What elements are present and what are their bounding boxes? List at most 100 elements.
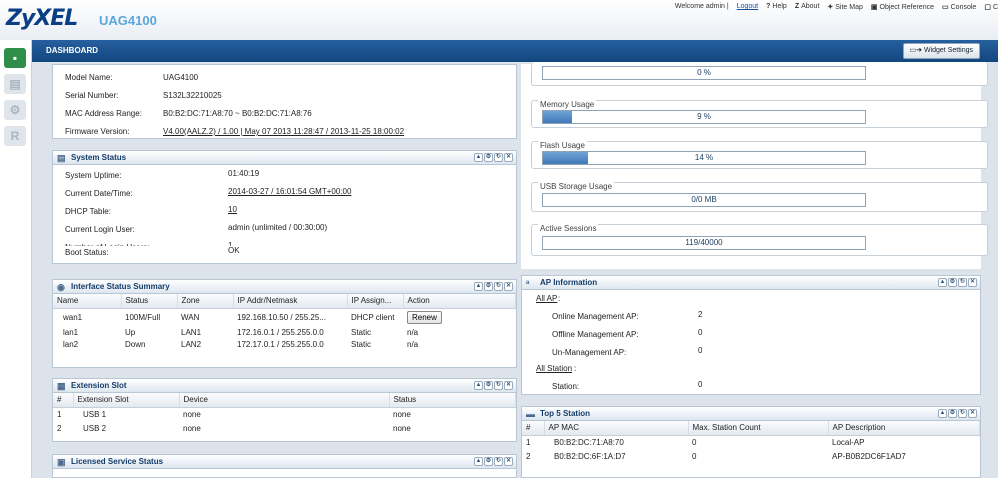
datetime-link[interactable]: 2014-03-27 / 16:01:54 GMT+00:00	[228, 187, 351, 196]
collapse-button[interactable]: ▲	[474, 282, 483, 291]
col-max-station[interactable]: Max. Station Count	[688, 421, 829, 436]
online-ap-label: Online Management AP:	[552, 312, 639, 321]
refresh-button[interactable]: ↻	[494, 381, 503, 390]
uptime-label: System Uptime:	[65, 171, 122, 180]
collapse-button[interactable]: ▲	[474, 381, 483, 390]
close-button[interactable]: ✕	[968, 409, 977, 418]
settings-button[interactable]: ⚙	[948, 278, 957, 287]
login-user-value: admin (unlimited / 00:30:00)	[228, 223, 328, 232]
unmgmt-ap-label: Un-Management AP:	[552, 348, 627, 357]
settings-button[interactable]: ⚙	[484, 153, 493, 162]
flash-usage-label: Flash Usage	[538, 141, 587, 150]
station-value: 0	[698, 380, 703, 389]
table-row[interactable]: 1 B0:B2:DC:71:A8:70 0 Local-AP	[522, 435, 980, 449]
col-status[interactable]: Status	[121, 294, 178, 309]
col-ip[interactable]: IP Addr/Netmask	[233, 294, 348, 309]
firmware-label: Firmware Version:	[65, 127, 130, 136]
device-info-panel: Model Name: UAG4100 Serial Number: S132L…	[52, 64, 517, 139]
close-button[interactable]: ✕	[504, 153, 513, 162]
col-slot[interactable]: Extension Slot	[73, 393, 180, 408]
table-row[interactable]: 2 USB 2 none none	[53, 421, 516, 435]
col-num[interactable]: #	[522, 421, 545, 436]
ap-information-panel: ᵃ AP Information ▲ ⚙ ↻ ✕ All AP : Online Ma…	[521, 275, 981, 395]
table-row[interactable]: lan2 Down LAN2 172.17.0.1 / 255.255.0.0 …	[53, 338, 516, 350]
ap-information-icon: ᵃ	[526, 278, 530, 288]
firmware-link[interactable]: V4.00(AALZ.2) / 1.00 | May 07 2013 11:28…	[163, 127, 404, 136]
sitemap-icon: ✦	[827, 4, 834, 11]
system-status-header: ▤ System Status ▲ ⚙ ↻ ✕	[53, 151, 516, 165]
table-row[interactable]: lan1 Up LAN1 172.16.0.1 / 255.255.0.0 St…	[53, 326, 516, 338]
settings-button[interactable]: ⚙	[484, 457, 493, 466]
widget-settings-button[interactable]: ▭➜ Widget Settings	[902, 43, 980, 59]
col-name[interactable]: Name	[53, 294, 122, 309]
welcome-text: Welcome admin |	[674, 3, 729, 10]
dhcp-link[interactable]: 10	[228, 205, 237, 214]
memory-usage-label: Memory Usage	[538, 100, 597, 109]
mac-label: MAC Address Range:	[65, 109, 142, 118]
object-reference-link[interactable]: ▣ Object Reference	[871, 3, 934, 11]
help-link[interactable]: ? Help	[766, 3, 787, 11]
col-ap-description[interactable]: AP Description	[828, 421, 980, 436]
refresh-button[interactable]: ↻	[494, 457, 503, 466]
collapse-button[interactable]: ▲	[474, 457, 483, 466]
col-status[interactable]: Status	[389, 393, 516, 408]
logout-link[interactable]: Logout	[737, 3, 758, 11]
dashboard-nav-icon[interactable]: ▪	[4, 48, 26, 68]
usb-usage-box: USB Storage Usage 0/0 MB	[531, 182, 988, 212]
collapse-button[interactable]: ▲	[938, 278, 947, 287]
model-name: UAG4100	[99, 13, 157, 28]
serial-value: S132L32210025	[163, 91, 222, 100]
about-link[interactable]: Z About	[795, 3, 820, 11]
page-title: DASHBOARD	[46, 46, 98, 55]
refresh-button[interactable]: ↻	[958, 409, 967, 418]
refresh-button[interactable]: ↻	[494, 153, 503, 162]
maintenance-nav-icon[interactable]: R	[4, 126, 26, 146]
refresh-button[interactable]: ↻	[958, 278, 967, 287]
close-button[interactable]: ✕	[504, 381, 513, 390]
licensed-service-panel: ▣ Licensed Service Status ▲ ⚙ ↻ ✕	[52, 454, 517, 478]
cli-icon: ▢	[984, 4, 991, 11]
ap-information-header: ᵃ AP Information ▲ ⚙ ↻ ✕	[522, 276, 980, 290]
all-station-link[interactable]: All Station	[536, 364, 572, 373]
top-links: Welcome admin | Logout ? Help Z About ✦ Sit…	[675, 3, 998, 11]
sessions-label: Active Sessions	[538, 224, 599, 233]
console-icon: ▭	[942, 4, 949, 11]
close-button[interactable]: ✕	[968, 278, 977, 287]
table-row[interactable]: wan1 100M/Full WAN 192.168.10.50 / 255.2…	[53, 308, 516, 326]
col-zone[interactable]: Zone	[177, 294, 234, 309]
settings-button[interactable]: ⚙	[484, 381, 493, 390]
model-value: UAG4100	[163, 73, 199, 82]
monitor-nav-icon[interactable]: ▤	[4, 74, 26, 94]
collapse-button[interactable]: ▲	[474, 153, 483, 162]
renew-button[interactable]: Renew	[407, 310, 442, 324]
col-action[interactable]: Action	[403, 294, 516, 309]
datetime-label: Current Date/Time:	[65, 189, 133, 198]
station-label: Station:	[552, 382, 580, 391]
col-assign[interactable]: IP Assign...	[347, 294, 404, 309]
refresh-button[interactable]: ↻	[494, 282, 503, 291]
col-num[interactable]: #	[53, 393, 74, 408]
table-row[interactable]: 1 USB 1 none none	[53, 407, 516, 421]
col-ap-mac[interactable]: AP MAC	[544, 421, 689, 436]
top5-station-panel: ▬ Top 5 Station ▲ ⚙ ↻ ✕ # AP MAC Max. Stati…	[521, 406, 981, 478]
collapse-button[interactable]: ▲	[938, 409, 947, 418]
extension-slot-panel: ▦ Extension Slot ▲ ⚙ ↻ ✕ # Extension Slot D…	[52, 378, 517, 442]
cpu-usage-bar: 0 %	[542, 66, 866, 80]
interface-icon: ◉	[57, 282, 65, 292]
close-button[interactable]: ✕	[504, 457, 513, 466]
table-row[interactable]: 2 B0:B2:DC:6F:1A:D7 0 AP-B0B2DC6F1AD7	[522, 449, 980, 463]
configuration-nav-icon[interactable]: ⚙	[4, 100, 26, 120]
sessions-bar: 119/40000	[542, 236, 866, 250]
col-device[interactable]: Device	[179, 393, 390, 408]
cli-link[interactable]: ▢ C	[984, 3, 998, 11]
settings-button[interactable]: ⚙	[484, 282, 493, 291]
settings-button[interactable]: ⚙	[948, 409, 957, 418]
flash-usage-box: Flash Usage 14 %	[531, 141, 988, 169]
sitemap-link[interactable]: ✦ Site Map	[827, 3, 863, 11]
console-link[interactable]: ▭ Console	[942, 3, 976, 11]
offline-ap-label: Offline Management AP:	[552, 330, 639, 339]
close-button[interactable]: ✕	[504, 282, 513, 291]
top5-station-header: ▬ Top 5 Station ▲ ⚙ ↻ ✕	[522, 407, 980, 421]
boot-label: Boot Status:	[65, 248, 109, 257]
cpu-usage-value: 0 %	[697, 68, 711, 77]
